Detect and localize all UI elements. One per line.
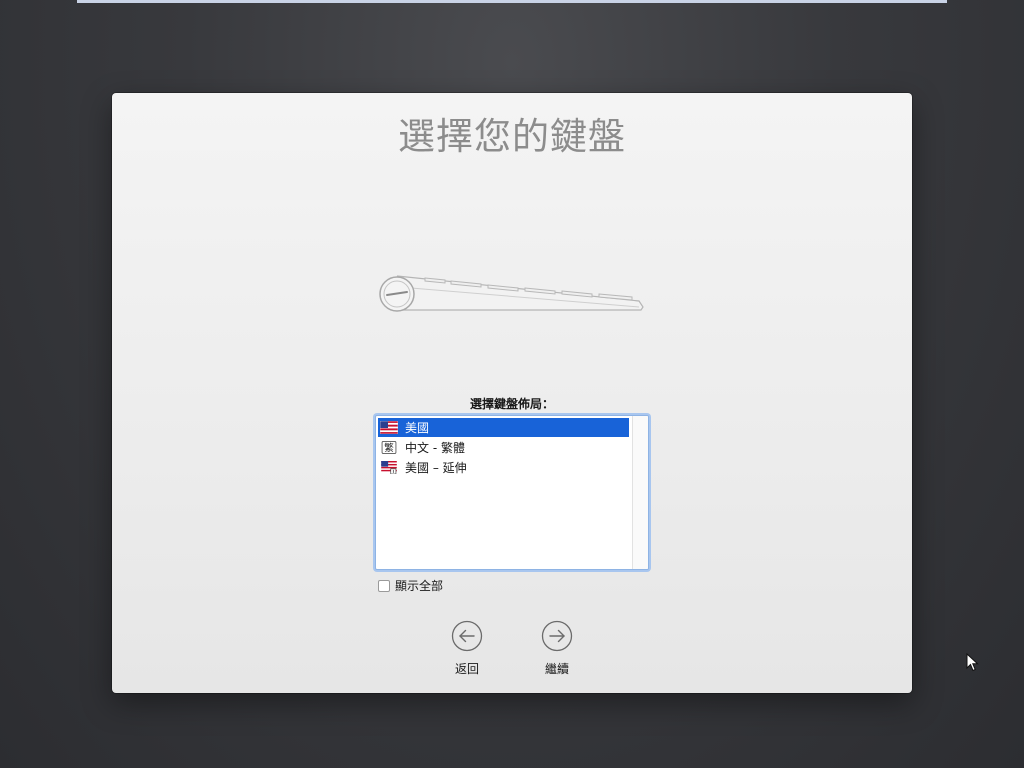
arrow-left-circle-icon bbox=[451, 620, 483, 652]
list-item-label: 美國 – 延伸 bbox=[405, 461, 467, 475]
us-extended-flag-icon bbox=[381, 461, 397, 474]
keyboard-illustration bbox=[379, 275, 644, 312]
show-all-label: 顯示全部 bbox=[395, 579, 444, 593]
list-scrollbar[interactable] bbox=[632, 416, 648, 569]
list-item-traditional-chinese[interactable]: 繁 中文 - 繁體 bbox=[378, 438, 629, 457]
mouse-pointer-icon bbox=[966, 653, 979, 672]
show-all-option[interactable]: 顯示全部 bbox=[378, 577, 443, 594]
page-title: 選擇您的鍵盤 bbox=[398, 115, 626, 158]
setup-assistant-panel: 選擇您的鍵盤 選擇鍵盤佈局： 美國 繁 中文 - 繁體 美國 – 延伸 顯示全部… bbox=[112, 93, 912, 693]
back-label: 返回 bbox=[454, 662, 479, 676]
show-all-checkbox[interactable] bbox=[378, 579, 390, 592]
top-window-strip bbox=[77, 0, 947, 3]
list-item-label: 美國 bbox=[405, 421, 430, 435]
keyboard-layout-list[interactable]: 美國 繁 中文 - 繁體 美國 – 延伸 bbox=[375, 415, 649, 570]
list-item-label: 中文 - 繁體 bbox=[405, 441, 465, 455]
us-flag-icon bbox=[380, 421, 398, 434]
traditional-glyph: 繁 bbox=[384, 442, 394, 454]
layout-label: 選擇鍵盤佈局： bbox=[469, 397, 554, 411]
list-item-us[interactable]: 美國 bbox=[378, 418, 629, 437]
back-button[interactable]: 返回 bbox=[437, 620, 497, 677]
continue-button[interactable]: 繼續 bbox=[527, 620, 587, 677]
arrow-right-circle-icon bbox=[541, 620, 573, 652]
continue-label: 繼續 bbox=[544, 662, 569, 676]
list-item-us-extended[interactable]: 美國 – 延伸 bbox=[378, 458, 629, 477]
traditional-chinese-icon: 繁 bbox=[381, 441, 397, 454]
